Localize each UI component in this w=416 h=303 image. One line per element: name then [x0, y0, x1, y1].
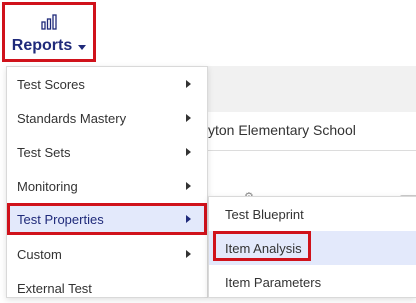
- menu-item-test-scores[interactable]: Test Scores: [7, 69, 207, 99]
- submenu-item-label: Item Analysis: [225, 240, 302, 256]
- submenu-item-label: Item Parameters: [225, 274, 322, 290]
- reports-menu-button[interactable]: Reports: [2, 2, 96, 62]
- submenu-item-test-blueprint[interactable]: Test Blueprint: [209, 197, 416, 231]
- menu-item-label: Test Properties: [17, 211, 104, 227]
- chevron-right-icon: [186, 148, 191, 156]
- test-properties-submenu: Test Blueprint Item Analysis Item Parame…: [208, 196, 416, 298]
- menu-item-label: Custom: [17, 246, 62, 262]
- chevron-right-icon: [186, 250, 191, 258]
- submenu-item-item-parameters[interactable]: Item Parameters: [209, 265, 416, 299]
- menu-item-label: Monitoring: [17, 178, 78, 194]
- caret-down-icon: [78, 44, 87, 50]
- chevron-right-icon: [186, 182, 191, 190]
- submenu-item-label: Test Blueprint: [225, 206, 304, 222]
- submenu-item-item-analysis[interactable]: Item Analysis: [209, 231, 416, 265]
- menu-item-label: External Test: [17, 280, 92, 296]
- school-name: yton Elementary School: [208, 122, 356, 138]
- menu-item-test-properties[interactable]: Test Properties: [7, 203, 207, 235]
- menu-item-custom[interactable]: Custom: [7, 239, 207, 269]
- menu-item-label: Test Scores: [17, 76, 85, 92]
- menu-item-label: Test Sets: [17, 144, 71, 160]
- chevron-right-icon: [186, 114, 191, 122]
- menu-item-standards-mastery[interactable]: Standards Mastery: [7, 103, 207, 133]
- menu-item-test-sets[interactable]: Test Sets: [7, 137, 207, 167]
- reports-label: Reports: [11, 37, 73, 54]
- menu-item-label: Standards Mastery: [17, 110, 127, 126]
- chevron-right-icon: [186, 215, 191, 223]
- reports-dropdown-menu: Test Scores Standards Mastery Test Sets …: [6, 66, 208, 298]
- menu-item-monitoring[interactable]: Monitoring: [7, 171, 207, 201]
- top-nav-bar: Reports: [0, 0, 416, 66]
- bar-chart-icon: [41, 14, 57, 30]
- page-header-strip: [208, 66, 416, 113]
- menu-item-external-test[interactable]: External Test: [7, 273, 207, 303]
- chevron-right-icon: [186, 80, 191, 88]
